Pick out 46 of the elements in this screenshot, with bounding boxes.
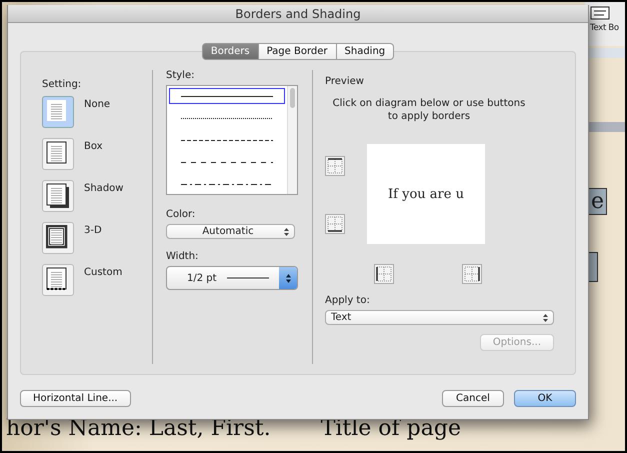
dialog-button[interactable]: Cancel [442, 390, 504, 407]
border-button[interactable] [325, 156, 345, 176]
text-box-icon[interactable] [590, 6, 610, 20]
preview-label: Preview [325, 76, 365, 87]
horizontal-line-button[interactable]: Horizontal Line... [20, 390, 131, 407]
setting-label: 3-D [84, 224, 102, 236]
border-button[interactable] [325, 214, 345, 234]
color-select[interactable]: Automatic [166, 224, 295, 239]
color-label: Color: [166, 209, 196, 220]
border-button[interactable] [374, 264, 394, 284]
width-label: Width: [166, 251, 200, 262]
setting-label: Shadow [84, 182, 124, 194]
line-sample [226, 277, 270, 279]
line-style-option[interactable] [169, 88, 285, 104]
instruction-text: Click on diagram below or use buttons to apply borders [332, 97, 526, 123]
setting-option[interactable] [42, 264, 74, 296]
page-icon [46, 183, 70, 209]
setting-option[interactable] [42, 180, 74, 212]
preview-text: If you are u [388, 186, 464, 202]
stepper[interactable] [279, 267, 297, 289]
tab[interactable]: Shading [336, 43, 394, 60]
preview-diagram[interactable]: If you are u [367, 144, 485, 244]
setting-label: Box [84, 140, 103, 152]
tab[interactable]: Page Border [258, 43, 337, 60]
highlighted-text: e [588, 188, 608, 215]
style-list[interactable] [166, 85, 298, 195]
updown-arrows-icon [286, 274, 291, 282]
setting-label: Setting: [42, 79, 82, 90]
setting-label: Custom [84, 266, 122, 278]
dialog-button[interactable]: OK [514, 390, 576, 407]
apply-to-select[interactable]: Text [325, 310, 554, 325]
width-select[interactable]: 1/2 pt [166, 266, 298, 290]
apply-to-label: Apply to: [325, 295, 371, 306]
border-button[interactable] [462, 264, 482, 284]
scrollbar[interactable] [287, 86, 297, 194]
toolbar-label[interactable]: Text Bo [590, 23, 619, 33]
window-title: Borders and Shading [235, 6, 361, 20]
page-icon [46, 225, 70, 251]
tab[interactable]: Borders [202, 43, 259, 60]
updown-arrows-icon [284, 228, 289, 236]
setting-label: None [84, 98, 110, 110]
setting-option[interactable] [42, 138, 74, 170]
updown-arrows-icon [543, 314, 548, 322]
text-frame [588, 252, 598, 282]
style-label: Style: [166, 70, 196, 81]
setting-option[interactable] [42, 222, 74, 254]
